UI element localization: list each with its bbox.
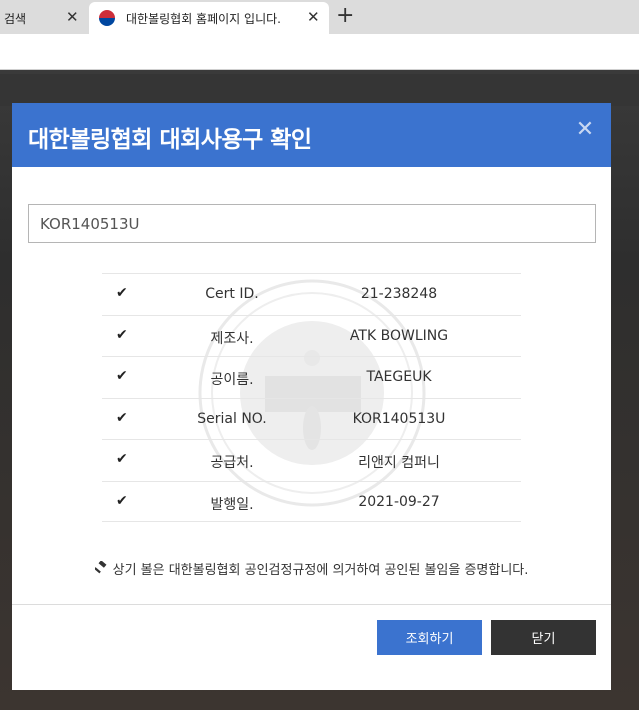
row-value: KOR140513U xyxy=(352,410,446,427)
check-icon: ✔ xyxy=(116,368,128,384)
equipment-check-modal: 대한볼링협회 대회사용구 확인 ✕ ✔ Cert ID. 21-238248 ✔… xyxy=(12,103,611,690)
lookup-button[interactable]: 조회하기 xyxy=(377,620,482,655)
plus-icon[interactable]: + xyxy=(336,4,354,28)
check-icon: ✔ xyxy=(116,492,128,509)
modal-header: 대한볼링협회 대회사용구 확인 ✕ xyxy=(12,103,611,167)
row-label: Serial NO. xyxy=(197,410,267,427)
tab-label: 대한볼링협회 홈페이지 입니다. xyxy=(126,11,281,26)
tab-label: 검색 xyxy=(4,11,27,26)
korea-flag-icon xyxy=(99,10,115,26)
check-icon: ✔ xyxy=(116,285,128,301)
row-label: 공이름. xyxy=(210,372,254,388)
address-bar[interactable] xyxy=(0,34,639,70)
row-label: 발행일. xyxy=(210,496,254,513)
close-icon[interactable]: ✕ xyxy=(66,10,79,25)
certification-notice: 상기 볼은 대한볼링협회 공인검정규정에 의거하여 공인된 볼임을 증명합니다. xyxy=(12,559,611,578)
row-label: Cert ID. xyxy=(205,286,259,302)
table-row: ✔ 공급처. 리앤지 컴퍼니 xyxy=(102,439,521,481)
gavel-icon xyxy=(94,561,107,574)
modal-title: 대한볼링협회 대회사용구 확인 xyxy=(28,127,312,153)
row-value: 21-238248 xyxy=(360,286,438,302)
table-row: ✔ 제조사. ATK BOWLING xyxy=(102,314,521,357)
table-row: ✔ 공이름. TAEGEUK xyxy=(102,356,521,398)
tab-kba-homepage[interactable]: 대한볼링협회 홈페이지 입니다. ✕ xyxy=(89,2,329,34)
info-table: ✔ Cert ID. 21-238248 ✔ 제조사. ATK BOWLING … xyxy=(102,273,521,522)
check-icon: ✔ xyxy=(116,451,128,467)
close-button[interactable]: 닫기 xyxy=(491,620,596,655)
row-value: 2021-09-27 xyxy=(358,493,440,510)
check-icon: ✔ xyxy=(116,326,128,343)
check-icon: ✔ xyxy=(116,409,128,426)
serial-input[interactable] xyxy=(28,204,596,243)
table-row: ✔ Cert ID. 21-238248 xyxy=(102,273,521,315)
row-value: TAEGEUK xyxy=(366,369,432,385)
close-icon[interactable]: ✕ xyxy=(575,119,595,141)
tab-search[interactable]: 검색 ✕ xyxy=(0,2,88,34)
table-row: ✔ 발행일. 2021-09-27 xyxy=(102,480,521,522)
footer-divider xyxy=(12,604,611,605)
row-value: ATK BOWLING xyxy=(349,327,449,344)
tab-bar: 검색 ✕ 대한볼링협회 홈페이지 입니다. ✕ + xyxy=(0,0,639,34)
close-icon[interactable]: ✕ xyxy=(307,10,320,25)
row-label: 공급처. xyxy=(210,455,254,471)
row-value: 리앤지 컴퍼니 xyxy=(358,455,440,471)
notice-text: 상기 볼은 대한볼링협회 공인검정규정에 의거하여 공인된 볼임을 증명합니다. xyxy=(112,563,529,578)
table-row: ✔ Serial NO. KOR140513U xyxy=(102,397,521,440)
page-header xyxy=(0,74,639,106)
row-label: 제조사. xyxy=(210,330,254,347)
